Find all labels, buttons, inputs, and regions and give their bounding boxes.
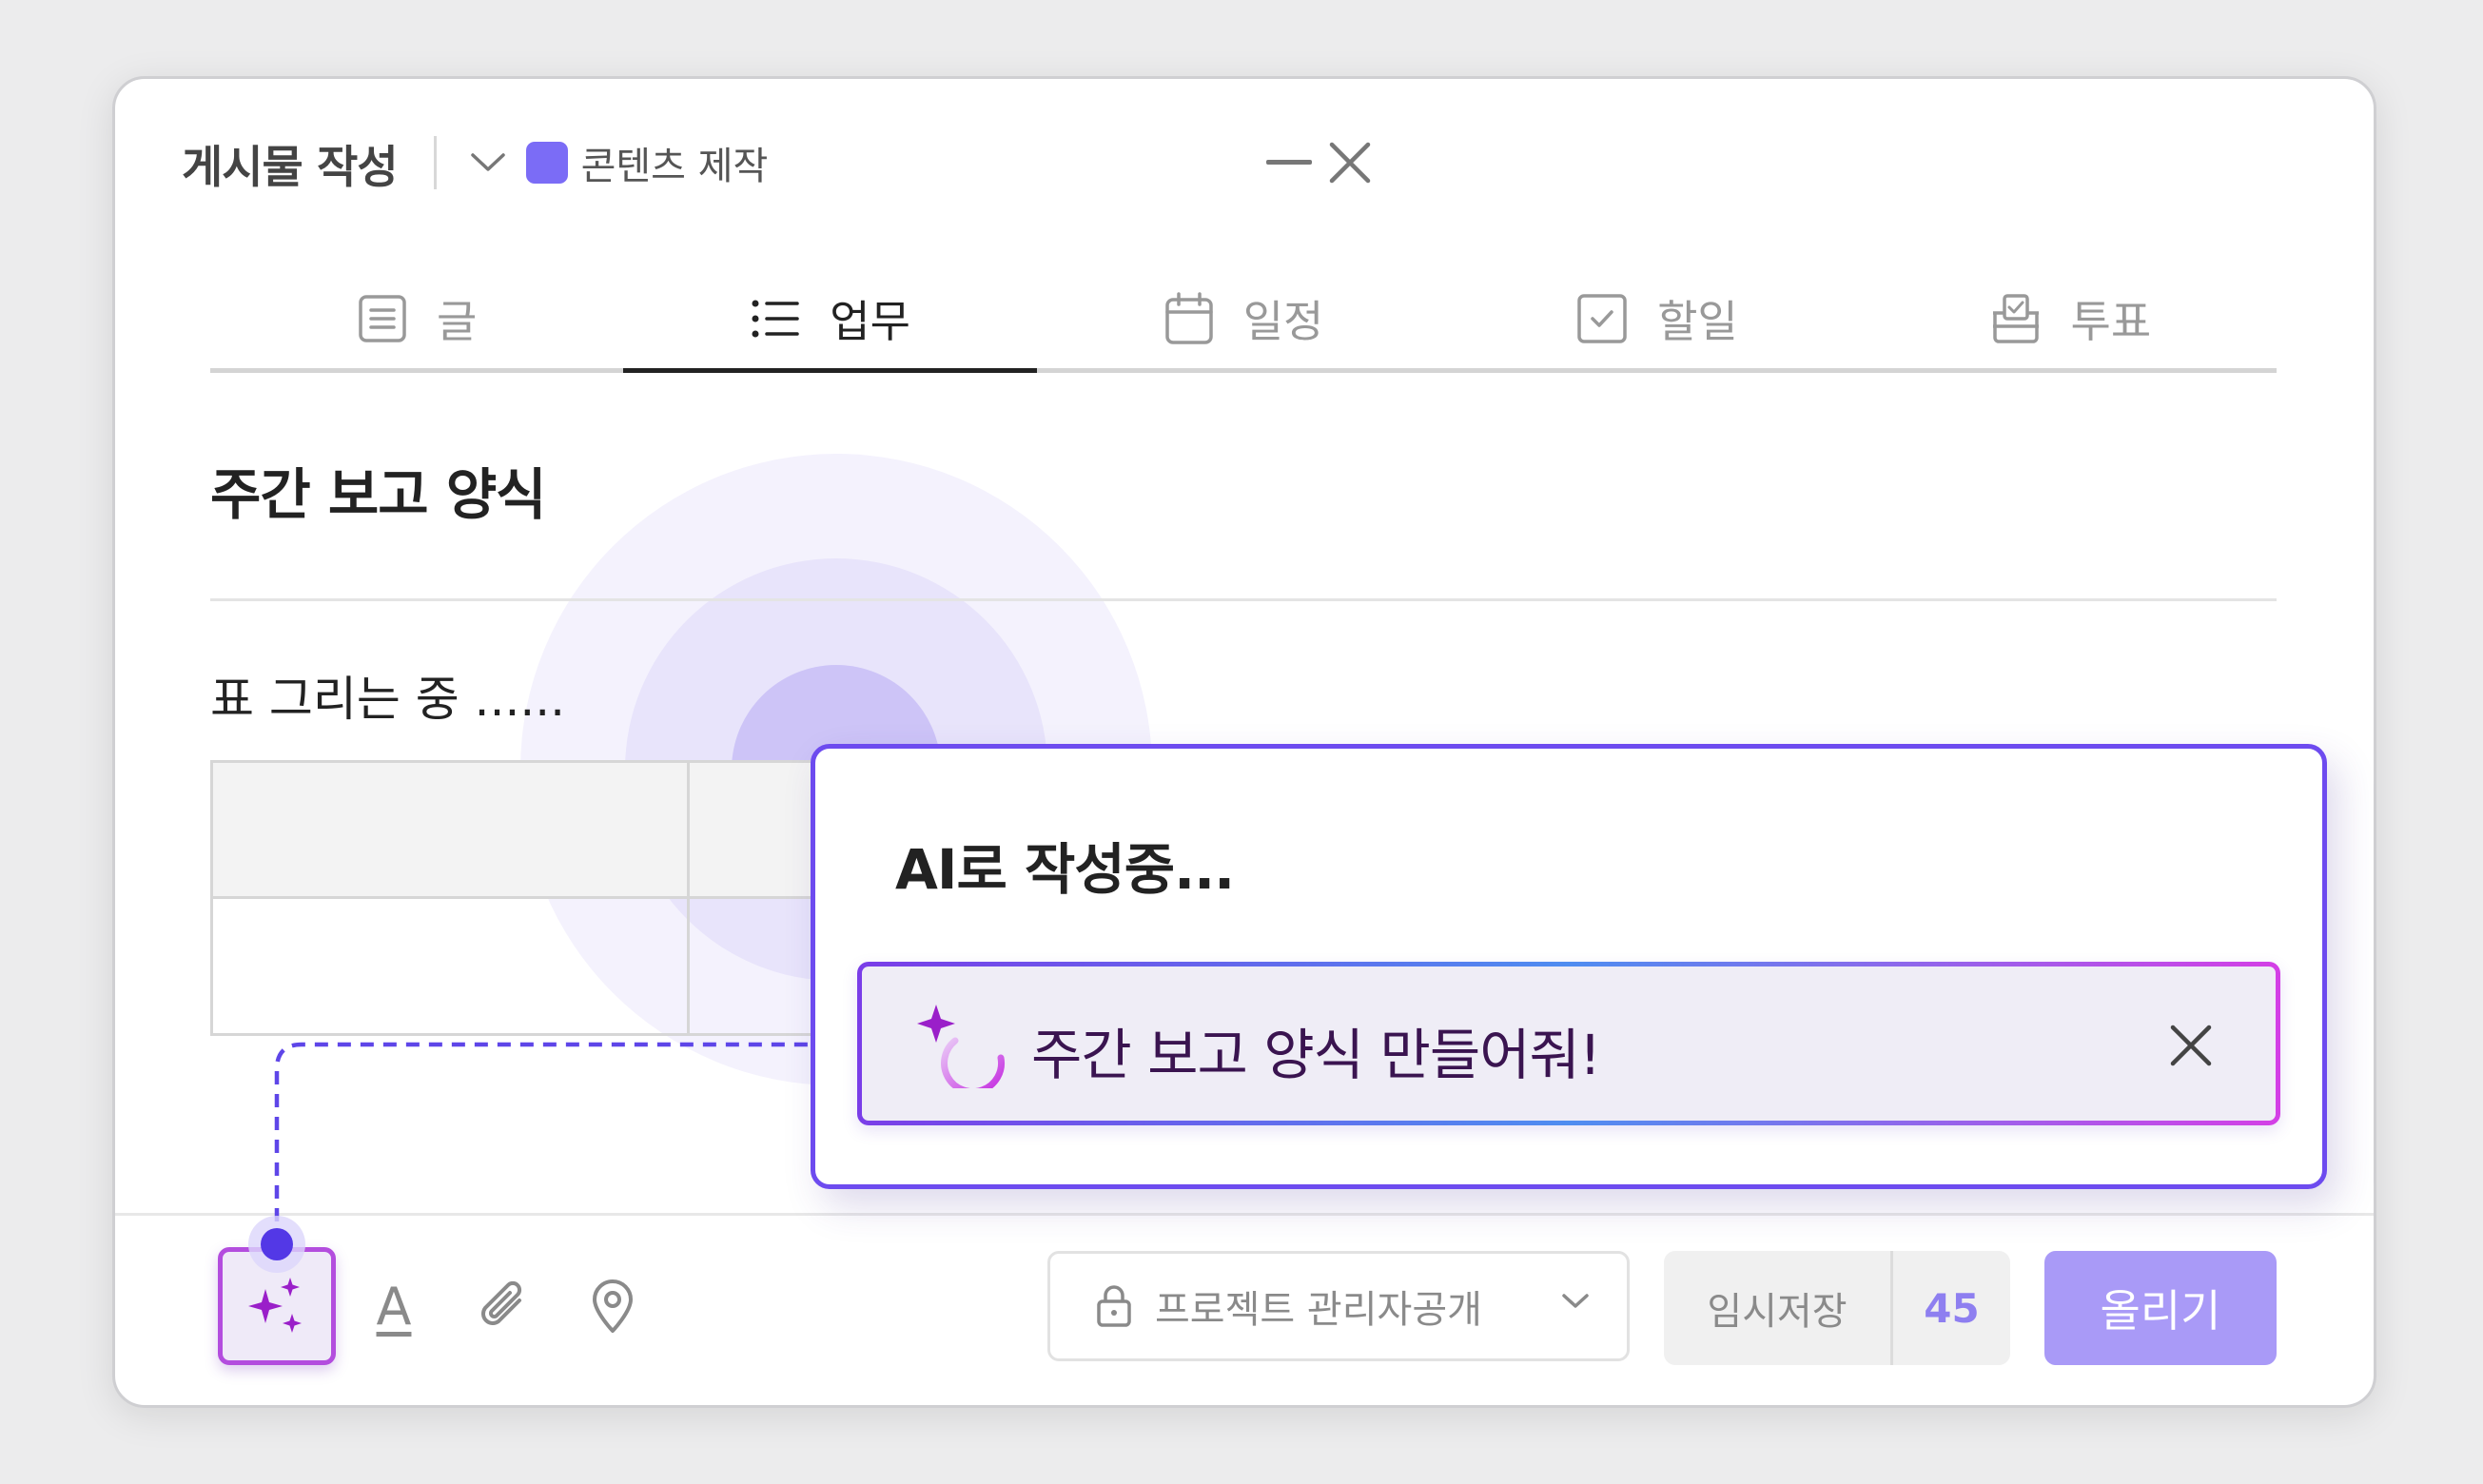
ai-connector-line	[248, 1010, 889, 1273]
ai-prompt-text: 주간 보고 양식 만들어줘!	[1031, 1023, 1601, 1087]
ai-prompt-box: 주간 보고 양식 만들어줘!	[857, 962, 2280, 1125]
ai-writing-panel: AI로 작성중... 주간 보고 양식 만들어줘!	[811, 744, 2327, 1189]
close-icon	[2170, 1025, 2212, 1066]
ai-loading-icon	[917, 1005, 1006, 1088]
ai-writing-heading: AI로 작성중...	[895, 837, 1235, 902]
cancel-ai-button[interactable]	[2165, 1020, 2217, 1071]
